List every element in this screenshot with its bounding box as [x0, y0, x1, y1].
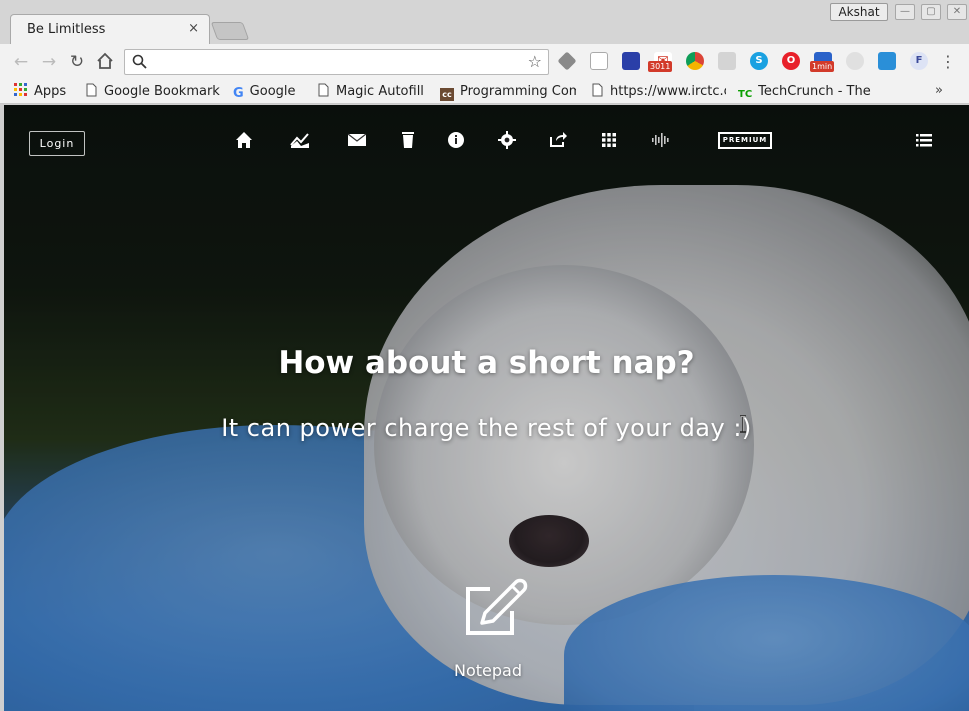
search-icon [132, 54, 147, 69]
cc-icon: cc [440, 88, 454, 101]
new-tab-page: Login PREMIUM How about a short nap? It … [4, 105, 969, 711]
tab-title: Be Limitless [27, 22, 106, 37]
bookmark-label: Apps [34, 84, 67, 99]
settings-gear-icon[interactable] [496, 129, 518, 151]
google-icon: G [233, 86, 244, 101]
bookmark-apps[interactable]: Apps [14, 83, 84, 101]
stats-chart-icon[interactable] [289, 129, 311, 151]
soundwave-icon[interactable] [650, 129, 672, 151]
apps-grid-icon [14, 83, 27, 96]
bookmark-google[interactable]: G Google [233, 83, 305, 101]
forward-arrow-icon[interactable]: → [39, 52, 59, 72]
info-icon[interactable] [445, 129, 467, 151]
disabled-extension-icon[interactable] [846, 52, 864, 70]
page-icon [86, 83, 97, 97]
premium-button[interactable]: PREMIUM [718, 132, 772, 149]
timer-badge: 1min [810, 61, 835, 72]
browser-toolbar: ← → ↻ ☆ ✉ 3011 S O 1min F ⋮ [0, 44, 969, 80]
chrome-extension-icon[interactable] [686, 52, 704, 70]
home-icon[interactable] [95, 52, 115, 72]
trash-icon[interactable] [397, 129, 419, 151]
bookmark-label: Google Bookmarks [104, 84, 220, 99]
bookmark-irctc[interactable]: https://www.irctc.co.in [590, 83, 726, 101]
apps-grid-icon[interactable] [598, 129, 620, 151]
close-window-button[interactable]: ✕ [947, 4, 967, 20]
bookmark-techcrunch[interactable]: TC TechCrunch - The latest [738, 83, 874, 101]
techcrunch-icon: TC [738, 89, 753, 100]
maximize-window-button[interactable]: ▢ [921, 4, 941, 20]
back-arrow-icon[interactable]: ← [11, 52, 31, 72]
address-bar[interactable]: ☆ [124, 49, 549, 75]
notepad-button[interactable]: Notepad [452, 575, 528, 680]
share-icon[interactable] [547, 129, 569, 151]
opera-extension-icon[interactable]: O [782, 52, 800, 70]
notepad-edit-icon [466, 578, 528, 635]
bookmark-programming-compilers[interactable]: cc Programming Compilers [440, 83, 576, 101]
bookmark-label: Magic Autofill [336, 84, 424, 99]
page-subheadline: It can power charge the rest of your day… [221, 414, 752, 442]
text-cursor-icon [740, 415, 746, 433]
page-icon [318, 83, 329, 97]
list-menu-icon[interactable] [914, 130, 934, 150]
bookmark-label: https://www.irctc.co.in [610, 84, 726, 99]
browser-menu-icon[interactable]: ⋮ [940, 52, 956, 72]
translate-extension-icon[interactable] [622, 52, 640, 70]
sync-extension-icon[interactable] [878, 52, 896, 70]
reload-icon[interactable]: ↻ [67, 52, 87, 72]
home-icon[interactable] [233, 129, 255, 151]
notepad-label: Notepad [454, 661, 522, 680]
bookmark-star-icon[interactable]: ☆ [528, 52, 542, 71]
url-input[interactable] [153, 53, 513, 71]
browser-titlebar: Be Limitless × Akshat — ▢ ✕ [0, 0, 969, 44]
gmail-badge: 3011 [648, 61, 673, 72]
page-extension-icon[interactable] [590, 52, 608, 70]
tab-close-icon[interactable]: × [188, 21, 199, 36]
skype-extension-icon[interactable]: S [750, 52, 768, 70]
browser-tab-active[interactable]: Be Limitless × [10, 14, 210, 44]
layers-extension-icon[interactable] [557, 51, 577, 71]
bookmark-label: TechCrunch - The latest [758, 84, 874, 99]
minimize-window-button[interactable]: — [895, 4, 915, 20]
bookmark-label: Programming Compilers [460, 84, 576, 99]
new-tab-button[interactable] [210, 22, 250, 40]
page-headline: How about a short nap? [278, 345, 695, 381]
bookmarks-overflow-chevron-icon[interactable]: » [935, 83, 943, 98]
bookmark-magic-autofill[interactable]: Magic Autofill [316, 83, 428, 101]
f-extension-icon[interactable]: F [910, 52, 928, 70]
page-icon [592, 83, 603, 97]
bookmark-google-bookmarks[interactable]: Google Bookmarks [84, 83, 220, 101]
login-button[interactable]: Login [29, 131, 85, 156]
mail-icon[interactable] [346, 129, 368, 151]
bookmarks-bar: Apps Google Bookmarks G Google Magic Auto… [0, 80, 969, 104]
bookmark-label: Google [249, 84, 296, 99]
profile-button[interactable]: Akshat [830, 3, 888, 21]
gray-extension-icon[interactable] [718, 52, 736, 70]
